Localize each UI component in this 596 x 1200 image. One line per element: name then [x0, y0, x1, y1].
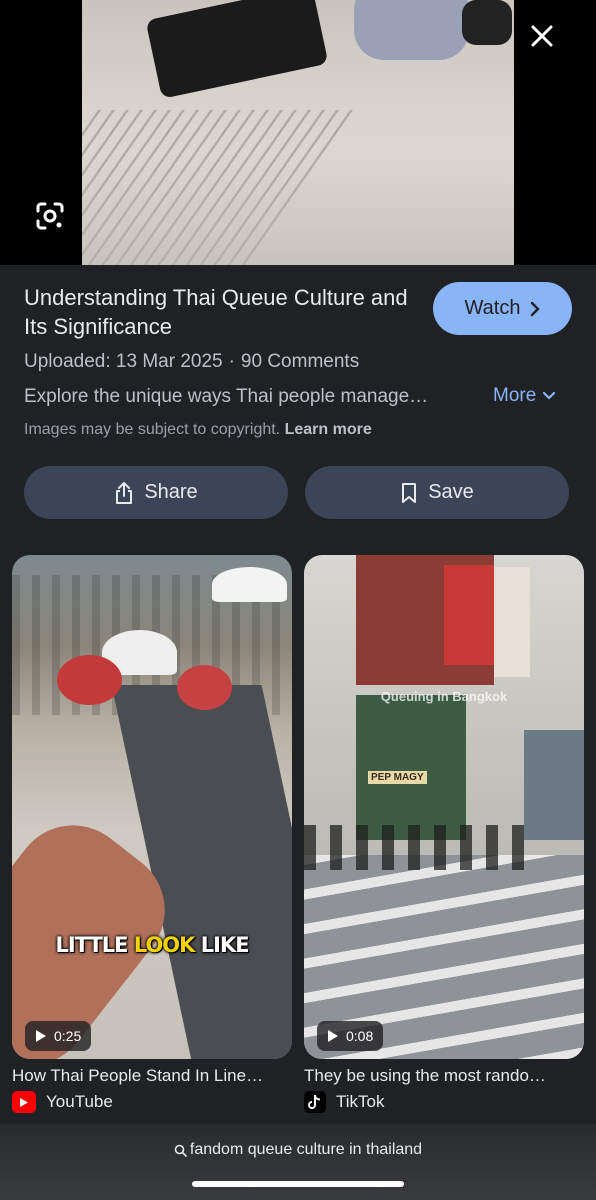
chevron-down-icon — [543, 391, 556, 400]
tiktok-icon — [304, 1091, 326, 1113]
card-source-tiktok[interactable]: TikTok — [304, 1091, 385, 1113]
result-meta: Uploaded: 13 Mar 2025 · 90 Comments — [24, 351, 359, 373]
learn-more-link[interactable]: Learn more — [285, 421, 372, 438]
bottom-bar — [0, 1124, 596, 1200]
card-source-youtube[interactable]: YouTube — [12, 1091, 113, 1113]
source-name: YouTube — [46, 1092, 113, 1111]
card-title[interactable]: They be using the most rando… — [304, 1066, 588, 1086]
share-button[interactable]: Share — [24, 466, 288, 519]
hero-image[interactable] — [82, 0, 514, 265]
hero-image-area — [0, 0, 596, 265]
search-query-text: fandom queue culture in thailand — [189, 1141, 423, 1158]
save-button[interactable]: Save — [305, 466, 569, 519]
upload-date: Uploaded: 13 Mar 2025 — [24, 351, 223, 372]
home-indicator[interactable] — [192, 1181, 404, 1187]
search-icon — [174, 1144, 187, 1157]
storefront-sign: PEP MAGY — [368, 771, 427, 784]
source-name: TikTok — [336, 1092, 385, 1111]
google-lens-icon[interactable] — [30, 196, 70, 236]
bookmark-icon — [402, 482, 417, 503]
chevron-right-icon — [531, 301, 541, 316]
video-duration-badge: 0:08 — [317, 1021, 384, 1051]
share-icon — [116, 481, 133, 504]
copyright-notice: Images may be subject to copyright. Lear… — [24, 421, 372, 439]
copyright-text: Images may be subject to copyright. — [24, 421, 281, 438]
watch-label: Watch — [464, 297, 521, 319]
comment-count: 90 Comments — [240, 351, 360, 372]
share-label: Share — [144, 481, 198, 503]
card-title[interactable]: How Thai People Stand In Line… — [12, 1066, 296, 1086]
youtube-icon — [12, 1091, 36, 1113]
play-icon — [36, 1030, 46, 1042]
duration-text: 0:08 — [346, 1028, 374, 1044]
search-query-pill[interactable]: fandom queue culture in thailand — [0, 1141, 596, 1159]
meta-separator: · — [228, 351, 235, 372]
video-watermark: Queuing in Bangkok — [380, 689, 508, 704]
video-duration-badge: 0:25 — [25, 1021, 92, 1051]
more-label: More — [493, 385, 537, 406]
duration-text: 0:25 — [54, 1028, 82, 1044]
play-icon — [328, 1030, 338, 1042]
video-card-youtube[interactable]: LITTLE LOOK LIKE 0:25 — [12, 555, 292, 1059]
video-caption: LITTLE LOOK LIKE — [55, 933, 249, 957]
watch-button[interactable]: Watch — [433, 282, 572, 335]
result-description: Explore the unique ways Thai people mana… — [24, 386, 429, 407]
save-label: Save — [428, 481, 474, 503]
video-card-tiktok[interactable]: Queuing in Bangkok PEP MAGY 0:08 — [304, 555, 584, 1059]
more-button[interactable]: More — [493, 385, 556, 407]
close-icon[interactable] — [522, 16, 562, 56]
result-title[interactable]: Understanding Thai Queue Culture and Its… — [24, 283, 414, 341]
